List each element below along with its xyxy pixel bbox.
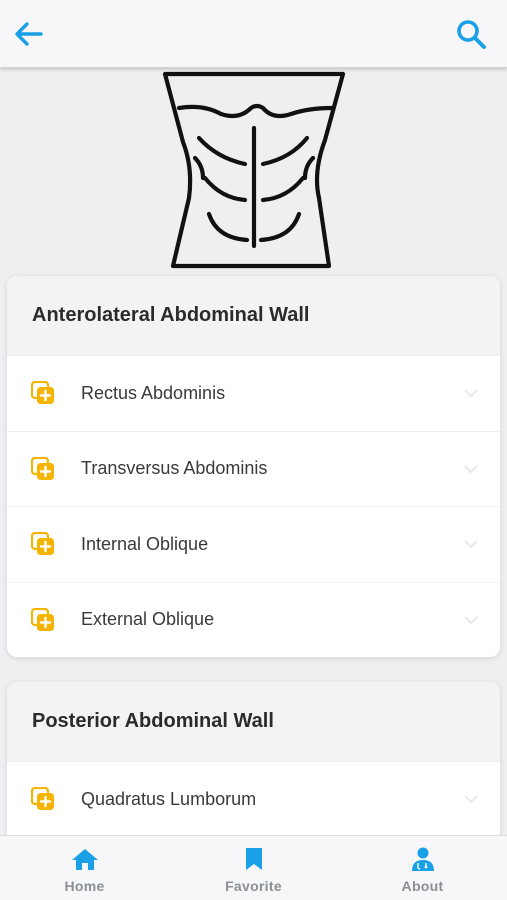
bookmark-icon [245,848,262,870]
bottom-navigation: Home Favorite About [0,835,507,900]
add-to-collection-icon [31,787,54,811]
list-item-label: Quadratus Lumborum [81,788,257,809]
abdominal-muscles-illustration [162,71,345,269]
list-item-label: Rectus Abdominis [81,382,226,403]
top-app-bar [0,0,507,68]
nav-about-label: About [401,878,444,894]
nav-home-label: Home [64,878,105,894]
back-button[interactable] [10,18,46,50]
nav-about[interactable]: About [338,836,507,900]
chevron-down-icon [464,795,478,804]
list-item[interactable]: Quadratus Lumborum [7,761,500,837]
list-item[interactable]: Internal Oblique [7,506,500,582]
add-to-collection-icon [31,456,54,480]
arrow-left-icon [15,22,43,46]
add-to-collection-icon [31,532,54,556]
add-to-collection-icon [31,381,54,405]
chevron-down-icon [464,616,478,625]
section-card-posterior: Posterior Abdominal Wall Quadratus Lumbo… [7,682,500,842]
chevron-down-icon [464,465,478,474]
list-item[interactable]: Transversus Abdominis [7,430,500,507]
search-icon [457,20,486,49]
chevron-down-icon [464,540,478,549]
list-item[interactable]: External Oblique [7,581,500,658]
chevron-down-icon [464,389,478,398]
nav-home[interactable]: Home [0,836,169,900]
home-icon [71,849,98,870]
nav-favorite[interactable]: Favorite [169,836,338,900]
section-title: Posterior Abdominal Wall [7,682,500,761]
section-title: Anterolateral Abdominal Wall [7,276,500,355]
section-card-anterolateral: Anterolateral Abdominal Wall Rectus Abdo… [7,276,500,657]
list-item[interactable]: Rectus Abdominis [7,355,500,431]
nav-favorite-label: Favorite [225,878,282,894]
list-item-label: External Oblique [81,609,215,630]
hero-illustration [0,68,507,276]
list-item-label: Internal Oblique [81,533,209,554]
search-button[interactable] [453,16,489,52]
list-item-label: Transversus Abdominis [81,458,268,479]
doctor-icon [411,847,434,871]
add-to-collection-icon [31,607,54,631]
